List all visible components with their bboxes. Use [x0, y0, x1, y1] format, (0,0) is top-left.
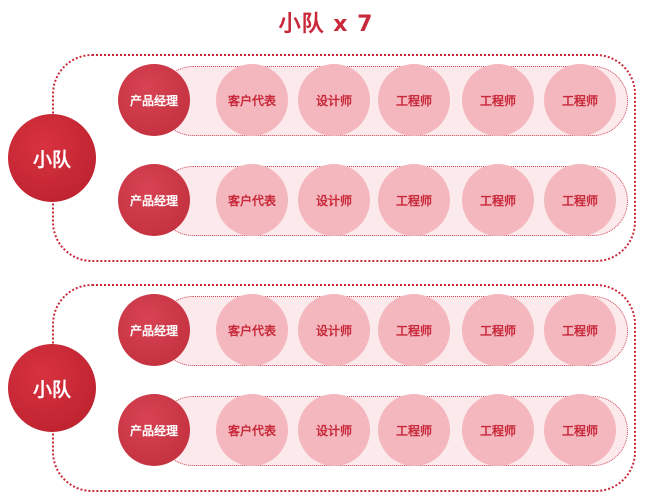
diagram-title: 小队 x 7: [278, 12, 374, 37]
member-circle: 客户代表: [216, 64, 288, 136]
member-circle: 工程师: [544, 164, 616, 236]
member-circle: 工程师: [544, 64, 616, 136]
squad-row: 产品经理 客户代表 设计师 工程师 工程师 工程师: [118, 394, 638, 468]
member-circle: 工程师: [378, 164, 450, 236]
team-circle: 小队: [8, 344, 96, 432]
member-circle: 设计师: [298, 164, 370, 236]
member-circle: 客户代表: [216, 394, 288, 466]
product-manager-circle: 产品经理: [118, 294, 190, 366]
member-circle: 工程师: [544, 394, 616, 466]
product-manager-circle: 产品经理: [118, 164, 190, 236]
team-group: 小队 产品经理 客户代表 设计师 工程师 工程师 工程师 产品经理 客户代表 设计师 工程师 工程师工…: [0, 284, 652, 494]
member-circle: 工程师: [462, 394, 534, 466]
product-manager-circle: 产品经理: [118, 394, 190, 466]
member-circle: 工程师: [378, 64, 450, 136]
member-circle: 工程师: [462, 164, 534, 236]
member-circle: 设计师: [298, 64, 370, 136]
member-circle: 工程师: [544, 294, 616, 366]
member-circle: 客户代表: [216, 294, 288, 366]
member-circle: 设计师: [298, 294, 370, 366]
team-group: 小队 产品经理 客户代表 设计师 工程师 工程师 工程师 产品经理 客户代表 设计师 工程师 工程师工…: [0, 54, 652, 264]
squad-row: 产品经理 客户代表 设计师 工程师 工程师 工程师: [118, 294, 638, 368]
member-circle: 设计师: [298, 394, 370, 466]
member-circle: 工程师: [378, 294, 450, 366]
member-circle: 工程师: [462, 64, 534, 136]
product-manager-circle: 产品经理: [118, 64, 190, 136]
member-circle: 工程师: [462, 294, 534, 366]
team-circle: 小队: [8, 114, 96, 202]
member-circle: 工程师: [378, 394, 450, 466]
squad-row: 产品经理 客户代表 设计师 工程师 工程师 工程师: [118, 64, 638, 138]
squad-row: 产品经理 客户代表 设计师 工程师 工程师 工程师: [118, 164, 638, 238]
member-circle: 客户代表: [216, 164, 288, 236]
